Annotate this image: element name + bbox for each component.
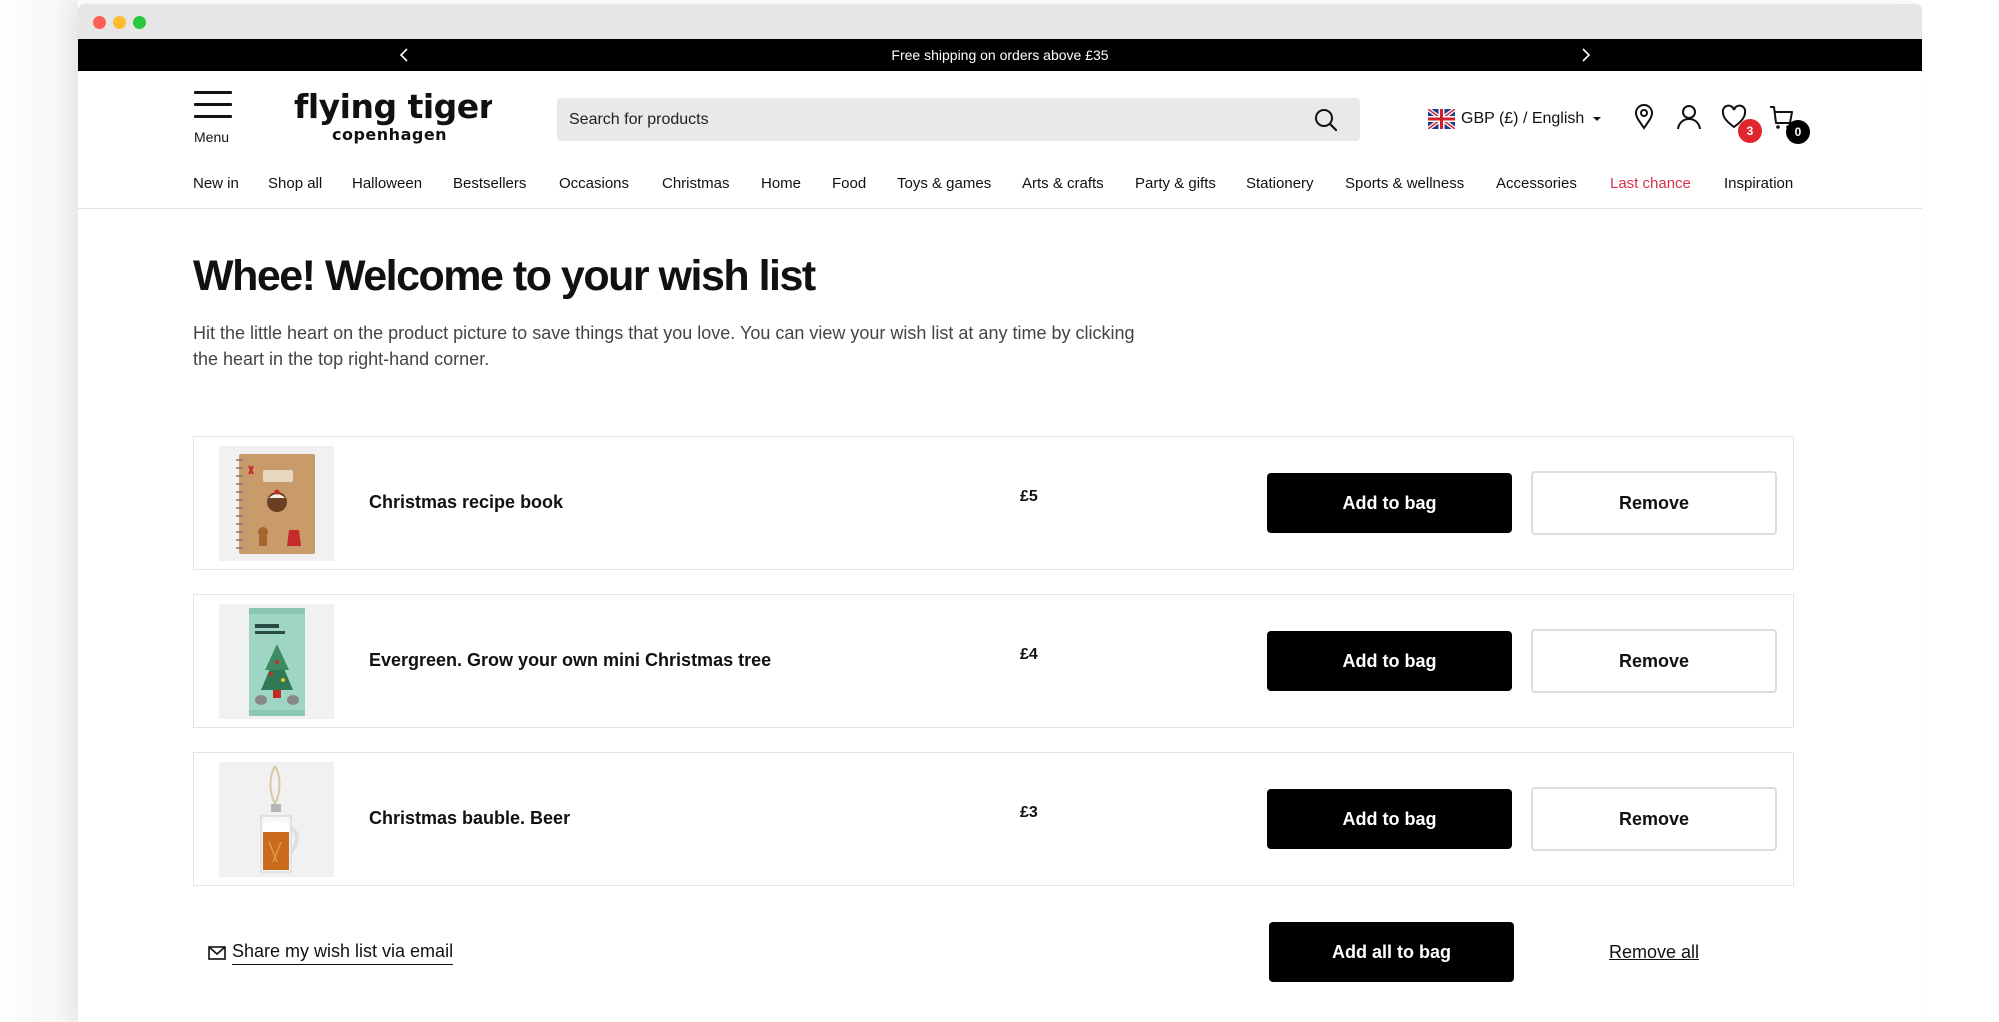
search-icon[interactable]	[1314, 108, 1338, 132]
add-to-bag-button[interactable]: Add to bag	[1267, 789, 1512, 849]
nav-item-occasions[interactable]: Occasions	[559, 175, 629, 192]
page-intro: Hit the little heart on the product pict…	[193, 323, 1135, 369]
nav-item-sports-wellness[interactable]: Sports & wellness	[1345, 175, 1464, 192]
product-price: £4	[1020, 646, 1038, 663]
minimize-window-button[interactable]	[113, 16, 126, 29]
wishlist-item: Evergreen. Grow your own mini Christmas …	[193, 594, 1794, 728]
locale-selector[interactable]: GBP (£) / English	[1428, 107, 1602, 131]
nav-item-bestsellers[interactable]: Bestsellers	[453, 175, 526, 192]
product-image-evergreen-tin[interactable]	[219, 604, 334, 719]
chevron-right-icon[interactable]	[1575, 45, 1595, 65]
share-wishlist-label: Share my wish list via email	[232, 941, 454, 965]
bag-count-badge: 0	[1786, 120, 1810, 144]
category-nav: New in Shop all Halloween Bestsellers Oc…	[78, 156, 1922, 209]
nav-item-halloween[interactable]: Halloween	[352, 175, 422, 192]
nav-item-food[interactable]: Food	[832, 175, 866, 192]
wishlist-item: Christmas bauble. Beer £3 Add to bag Rem…	[193, 752, 1794, 886]
search-bar	[557, 98, 1360, 141]
product-image-recipe-book[interactable]	[219, 446, 334, 561]
locale-label: GBP (£) / English	[1461, 110, 1585, 127]
search-input[interactable]	[569, 98, 1269, 141]
product-price: £5	[1020, 488, 1038, 505]
product-name[interactable]: Evergreen. Grow your own mini Christmas …	[369, 650, 771, 671]
nav-item-toys-games[interactable]: Toys & games	[897, 175, 991, 192]
close-window-button[interactable]	[93, 16, 106, 29]
add-to-bag-button[interactable]: Add to bag	[1267, 631, 1512, 691]
logo-line2: copenhagen	[332, 125, 447, 144]
page-backdrop	[0, 0, 78, 1022]
add-to-bag-button[interactable]: Add to bag	[1267, 473, 1512, 533]
nav-item-arts-crafts[interactable]: Arts & crafts	[1022, 175, 1104, 192]
flying-tiger-logo[interactable]: flying tiger copenhagen	[292, 88, 492, 144]
menu-label: Menu	[194, 129, 230, 145]
wishlist-count-badge: 3	[1738, 119, 1762, 143]
wishlist-item: Christmas recipe book £5 Add to bag Remo…	[193, 436, 1794, 570]
add-all-to-bag-button[interactable]: Add all to bag	[1269, 922, 1514, 982]
hamburger-icon-bar	[194, 103, 232, 106]
hamburger-icon-bar	[194, 115, 232, 118]
remove-button[interactable]: Remove	[1531, 787, 1777, 851]
window-titlebar	[78, 4, 1922, 39]
browser-window: Free shipping on orders above £35 Menu f…	[78, 4, 1922, 1022]
remove-button[interactable]: Remove	[1531, 471, 1777, 535]
nav-item-shop-all[interactable]: Shop all	[268, 175, 322, 192]
nav-item-christmas[interactable]: Christmas	[662, 175, 730, 192]
account-icon[interactable]	[1675, 103, 1703, 131]
product-name[interactable]: Christmas recipe book	[369, 492, 563, 513]
product-price: £3	[1020, 804, 1038, 821]
nav-item-party-gifts[interactable]: Party & gifts	[1135, 175, 1216, 192]
share-wishlist-link[interactable]: Share my wish list via email	[208, 941, 454, 965]
location-pin-icon[interactable]	[1630, 103, 1658, 131]
maximize-window-button[interactable]	[133, 16, 146, 29]
product-name[interactable]: Christmas bauble. Beer	[369, 808, 570, 829]
promo-bar: Free shipping on orders above £35	[78, 39, 1922, 71]
hamburger-icon	[194, 91, 232, 94]
nav-item-accessories[interactable]: Accessories	[1496, 175, 1577, 192]
nav-item-home[interactable]: Home	[761, 175, 801, 192]
nav-item-new-in[interactable]: New in	[193, 175, 239, 192]
envelope-icon	[208, 946, 226, 960]
nav-item-stationery[interactable]: Stationery	[1246, 175, 1314, 192]
logo-line1: flying tiger	[294, 88, 492, 126]
product-image-beer-bauble[interactable]	[219, 762, 334, 877]
page-title: Whee! Welcome to your wish list	[193, 252, 816, 300]
promo-text: Free shipping on orders above £35	[891, 47, 1109, 63]
uk-flag-icon	[1428, 109, 1455, 129]
remove-all-link[interactable]: Remove all	[1609, 942, 1699, 963]
nav-item-inspiration[interactable]: Inspiration	[1724, 175, 1793, 192]
remove-button[interactable]: Remove	[1531, 629, 1777, 693]
menu-button[interactable]: Menu	[194, 91, 234, 145]
nav-item-last-chance[interactable]: Last chance	[1610, 175, 1691, 192]
site-header: Menu flying tiger copenhagen Search for …	[78, 71, 1922, 156]
caret-down-icon	[1593, 117, 1602, 121]
